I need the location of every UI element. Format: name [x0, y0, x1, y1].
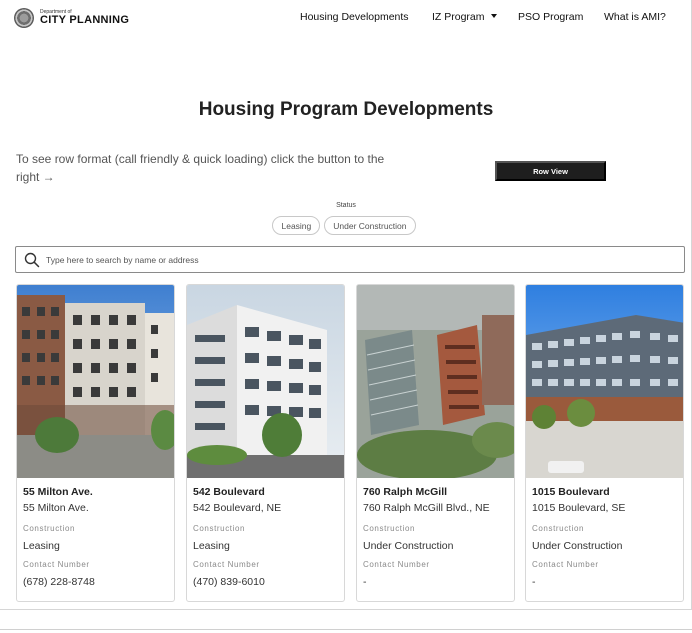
nav-pso-program[interactable]: PSO Program	[518, 11, 583, 23]
construction-status: Under Construction	[363, 540, 454, 552]
search-input[interactable]	[46, 254, 646, 265]
divider	[0, 629, 692, 630]
development-photo	[357, 285, 514, 478]
contact-number: -	[532, 576, 536, 588]
development-name: 760 Ralph McGill	[363, 486, 448, 498]
construction-status: Under Construction	[532, 540, 623, 552]
contact-number-label: Contact Number	[23, 560, 90, 569]
city-seal-icon	[14, 8, 34, 28]
nav-iz-program[interactable]: IZ Program	[432, 11, 497, 23]
development-address: 1015 Boulevard, SE	[532, 502, 626, 514]
status-filter-label: Status	[336, 202, 356, 209]
row-view-button[interactable]: Row View	[495, 161, 606, 181]
development-name: 542 Boulevard	[193, 486, 265, 498]
search-box	[15, 246, 685, 273]
status-chip-under-construction[interactable]: Under Construction	[324, 216, 416, 235]
development-card[interactable]: 1015 Boulevard 1015 Boulevard, SE Constr…	[525, 284, 684, 602]
development-card[interactable]: 55 Milton Ave. 55 Milton Ave. Constructi…	[16, 284, 175, 602]
page-title: Housing Program Developments	[198, 99, 494, 120]
contact-number-label: Contact Number	[363, 560, 430, 569]
development-photo	[187, 285, 344, 478]
development-card[interactable]: 760 Ralph McGill 760 Ralph McGill Blvd.,…	[356, 284, 515, 602]
construction-status: Leasing	[193, 540, 230, 552]
contact-number-label: Contact Number	[532, 560, 599, 569]
development-address: 55 Milton Ave.	[23, 502, 89, 514]
development-photo	[526, 285, 683, 478]
nav-what-is-ami[interactable]: What is AMI?	[604, 11, 666, 23]
development-card[interactable]: 542 Boulevard 542 Boulevard, NE Construc…	[186, 284, 345, 602]
city-planning-logo[interactable]: Department of CITY PLANNING	[14, 8, 129, 28]
construction-label: Construction	[23, 524, 76, 533]
nav-housing-developments[interactable]: Housing Developments	[300, 11, 409, 23]
construction-label: Construction	[532, 524, 585, 533]
contact-number-label: Contact Number	[193, 560, 260, 569]
status-filter-chips: Leasing Under Construction	[0, 216, 692, 235]
search-icon	[24, 252, 40, 267]
construction-status: Leasing	[23, 540, 60, 552]
contact-number: (678) 228-8748	[23, 576, 95, 588]
development-photo	[17, 285, 174, 478]
contact-number: (470) 839-6010	[193, 576, 265, 588]
row-format-hint: To see row format (call friendly & quick…	[16, 152, 385, 184]
development-address: 542 Boulevard, NE	[193, 502, 282, 514]
logo-title-text: CITY PLANNING	[40, 14, 130, 26]
construction-label: Construction	[193, 524, 246, 533]
site-header: Department of CITY PLANNING Housing Deve…	[0, 0, 692, 36]
construction-label: Construction	[363, 524, 416, 533]
development-name: 55 Milton Ave.	[23, 486, 93, 498]
contact-number: -	[363, 576, 367, 588]
development-address: 760 Ralph McGill Blvd., NE	[363, 502, 490, 514]
chevron-down-icon	[490, 14, 497, 18]
status-chip-leasing[interactable]: Leasing	[272, 216, 321, 235]
development-name: 1015 Boulevard	[532, 486, 610, 498]
nav-iz-program-label: IZ Program	[432, 11, 485, 23]
